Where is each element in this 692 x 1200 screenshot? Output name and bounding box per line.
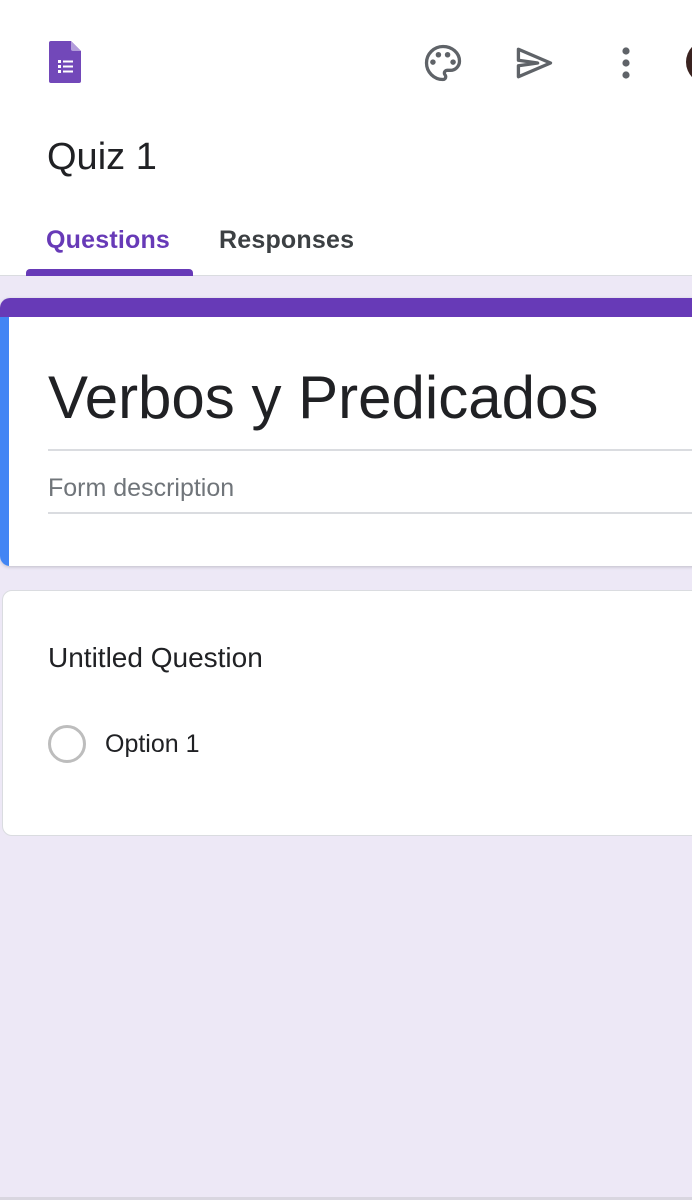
- question-card[interactable]: [2, 590, 692, 836]
- title-underline: [48, 449, 692, 451]
- theme-color-band: [0, 298, 692, 317]
- google-forms-icon[interactable]: [49, 41, 81, 83]
- forms-editor-page: Quiz 1 Questions Responses Verbos y Pred…: [0, 0, 692, 1200]
- form-description-field[interactable]: Form description: [48, 472, 234, 504]
- question-title[interactable]: Untitled Question: [48, 640, 263, 676]
- palette-icon[interactable]: [418, 38, 468, 88]
- active-tab-indicator: [26, 269, 193, 276]
- more-vert-icon[interactable]: [604, 38, 648, 88]
- app-header: Quiz 1 Questions Responses: [0, 0, 692, 276]
- option-label[interactable]: Option 1: [105, 728, 200, 760]
- document-title[interactable]: Quiz 1: [47, 134, 157, 180]
- selected-card-indicator: [0, 317, 9, 566]
- send-icon[interactable]: [508, 38, 560, 88]
- radio-button[interactable]: [48, 725, 86, 763]
- description-underline: [48, 512, 692, 514]
- tab-questions[interactable]: Questions: [46, 222, 170, 258]
- tab-responses[interactable]: Responses: [219, 222, 354, 258]
- form-title-input[interactable]: Verbos y Predicados: [48, 362, 598, 434]
- account-avatar[interactable]: [686, 40, 692, 84]
